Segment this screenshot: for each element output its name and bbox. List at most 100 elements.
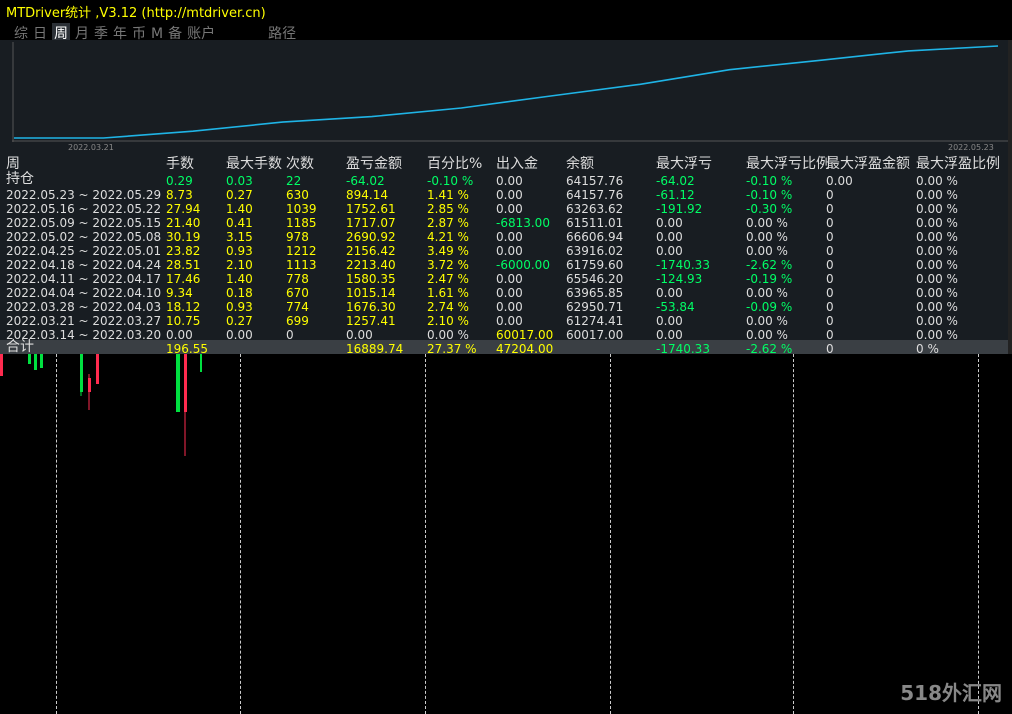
header-count: 次数	[286, 156, 314, 172]
total-max_float_profit_pct: 0 %	[916, 342, 939, 356]
row-1-count: 1039	[286, 202, 317, 216]
row-0-max_float_loss_pct: -0.10 %	[746, 188, 793, 202]
row-0-max_float_profit: 0	[826, 188, 834, 202]
grid-line	[610, 354, 611, 714]
total-pl: 16889.74	[346, 342, 404, 356]
row-5-lots: 28.51	[166, 258, 201, 272]
row-3-max_float_loss_pct: 0.00 %	[746, 230, 788, 244]
row-8-max_float_profit_pct: 0.00 %	[916, 300, 958, 314]
row-2-label: 2022.05.09 ~ 2022.05.15	[6, 216, 162, 230]
row-2-max_float_profit_pct: 0.00 %	[916, 216, 958, 230]
row-5-count: 1113	[286, 258, 317, 272]
row-3-deposit: 0.00	[496, 230, 523, 244]
header-max_float_profit: 最大浮盈金额	[826, 156, 910, 172]
row-1-label: 2022.05.16 ~ 2022.05.22	[6, 202, 162, 216]
total-label: 合计	[6, 339, 34, 355]
row-8-max_float_loss: -53.84	[656, 300, 695, 314]
header-balance: 余额	[566, 156, 594, 172]
row-0-deposit: 0.00	[496, 188, 523, 202]
candle	[0, 354, 3, 376]
row-8-pct: 2.74 %	[427, 300, 469, 314]
header-max_float_loss_pct: 最大浮亏比例	[746, 156, 830, 172]
row-1-lots: 27.94	[166, 202, 201, 216]
row-7-pct: 1.61 %	[427, 286, 469, 300]
row-9-pct: 2.10 %	[427, 314, 469, 328]
row-4-max_lots: 0.93	[226, 244, 253, 258]
row-7-max_float_loss: 0.00	[656, 286, 683, 300]
row-0-max_float_loss: -61.12	[656, 188, 695, 202]
row-3-label: 2022.05.02 ~ 2022.05.08	[6, 230, 162, 244]
row-6-count: 778	[286, 272, 309, 286]
row-2-max_float_loss: 0.00	[656, 216, 683, 230]
row-6-max_float_loss: -124.93	[656, 272, 703, 286]
row-5-label: 2022.04.18 ~ 2022.04.24	[6, 258, 162, 272]
candle	[96, 354, 99, 384]
candle	[40, 354, 43, 368]
row-6-deposit: 0.00	[496, 272, 523, 286]
row-10-balance: 60017.00	[566, 328, 624, 342]
row-0-pl: 894.14	[346, 188, 388, 202]
row-0-max_float_profit_pct: 0.00 %	[916, 188, 958, 202]
row-5-max_float_profit: 0	[826, 258, 834, 272]
position-pl: -64.02	[346, 174, 385, 188]
total-pct: 27.37 %	[427, 342, 477, 356]
row-9-max_float_loss: 0.00	[656, 314, 683, 328]
row-6-max_float_profit_pct: 0.00 %	[916, 272, 958, 286]
row-2-balance: 61511.01	[566, 216, 624, 230]
header-lots: 手数	[166, 156, 194, 172]
grid-line	[425, 354, 426, 714]
position-max_float_profit: 0.00	[826, 174, 853, 188]
row-10-count: 0	[286, 328, 294, 342]
row-5-max_float_loss: -1740.33	[656, 258, 710, 272]
row-7-max_float_profit: 0	[826, 286, 834, 300]
row-6-label: 2022.04.11 ~ 2022.04.17	[6, 272, 162, 286]
row-10-max_float_loss: 0.00	[656, 328, 683, 342]
row-9-label: 2022.03.21 ~ 2022.03.27	[6, 314, 162, 328]
row-2-count: 1185	[286, 216, 317, 230]
candle	[80, 354, 83, 392]
total-deposit: 47204.00	[496, 342, 554, 356]
row-4-deposit: 0.00	[496, 244, 523, 258]
row-0-max_lots: 0.27	[226, 188, 253, 202]
row-5-pct: 3.72 %	[427, 258, 469, 272]
header-deposit: 出入金	[496, 156, 538, 172]
position-label: 持仓	[6, 171, 34, 187]
grid-line	[240, 354, 241, 714]
row-0-label: 2022.05.23 ~ 2022.05.29	[6, 188, 162, 202]
row-7-max_lots: 0.18	[226, 286, 253, 300]
row-5-deposit: -6000.00	[496, 258, 550, 272]
row-7-pl: 1015.14	[346, 286, 396, 300]
candle	[28, 354, 31, 364]
row-1-balance: 63263.62	[566, 202, 624, 216]
grid-line	[793, 354, 794, 714]
row-4-pct: 3.49 %	[427, 244, 469, 258]
row-10-deposit: 60017.00	[496, 328, 554, 342]
row-3-pl: 2690.92	[346, 230, 396, 244]
row-6-max_float_loss_pct: -0.19 %	[746, 272, 793, 286]
row-9-count: 699	[286, 314, 309, 328]
row-5-max_lots: 2.10	[226, 258, 253, 272]
row-6-max_lots: 1.40	[226, 272, 253, 286]
position-count: 22	[286, 174, 302, 188]
row-0-balance: 64157.76	[566, 188, 624, 202]
row-8-max_lots: 0.93	[226, 300, 253, 314]
position-max_float_profit_pct: 0.00 %	[916, 174, 958, 188]
row-4-label: 2022.04.25 ~ 2022.05.01	[6, 244, 162, 258]
row-10-max_float_loss_pct: 0.00 %	[746, 328, 788, 342]
row-9-pl: 1257.41	[346, 314, 396, 328]
row-8-lots: 18.12	[166, 300, 201, 314]
row-0-pct: 1.41 %	[427, 188, 469, 202]
row-3-balance: 66606.94	[566, 230, 624, 244]
row-1-max_float_profit: 0	[826, 202, 834, 216]
row-2-max_float_loss_pct: 0.00 %	[746, 216, 788, 230]
row-2-lots: 21.40	[166, 216, 201, 230]
row-1-max_lots: 1.40	[226, 202, 253, 216]
candle	[34, 354, 37, 370]
row-5-max_float_profit_pct: 0.00 %	[916, 258, 958, 272]
total-max_float_profit: 0	[826, 342, 834, 356]
row-10-max_float_profit_pct: 0.00 %	[916, 328, 958, 342]
candle	[184, 354, 187, 412]
row-8-deposit: 0.00	[496, 300, 523, 314]
row-6-pl: 1580.35	[346, 272, 396, 286]
row-8-pl: 1676.30	[346, 300, 396, 314]
